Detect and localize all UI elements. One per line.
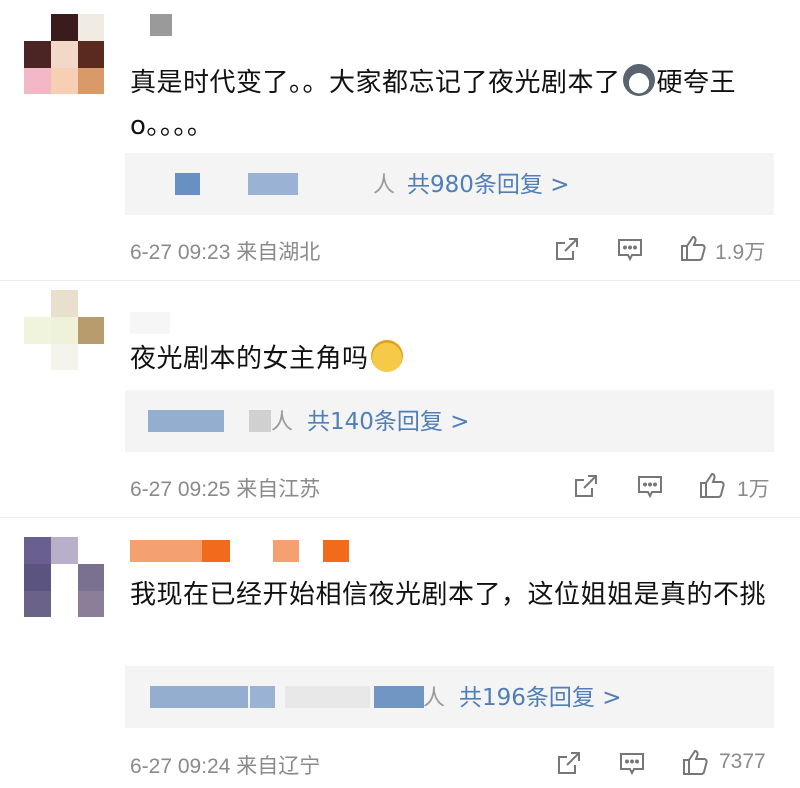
reply-ren-label: 人 bbox=[373, 173, 396, 198]
comment-icon[interactable] bbox=[636, 472, 664, 500]
reply-box[interactable]: 人 共140条回复 > bbox=[125, 390, 774, 452]
comment-text: 夜光剧本的女主角吗 bbox=[130, 338, 780, 381]
comment-meta: 6-27 09:25 来自江苏 bbox=[130, 473, 320, 503]
location: 来自江苏 bbox=[236, 478, 321, 501]
avatar[interactable] bbox=[24, 537, 104, 617]
replier-name-blurred bbox=[250, 686, 275, 708]
replier-name-blurred bbox=[148, 410, 224, 432]
replier-name-blurred bbox=[150, 686, 248, 708]
replier-name-blurred bbox=[285, 686, 370, 708]
replier-name-blurred bbox=[249, 410, 271, 432]
location: 来自湖北 bbox=[236, 241, 321, 264]
avatar[interactable] bbox=[24, 14, 104, 94]
reply-ren-label: 人 bbox=[423, 686, 446, 711]
location: 来自辽宁 bbox=[236, 755, 321, 778]
reply-ren-label: 人 bbox=[271, 410, 294, 435]
comment-meta: 6-27 09:24 来自辽宁 bbox=[130, 750, 320, 780]
comment-meta: 6-27 09:23 来自湖北 bbox=[130, 236, 320, 266]
view-replies-link[interactable]: 共140条回复 > bbox=[307, 402, 469, 436]
comment-text: 真是时代变了。。大家都忘记了夜光剧本了 硬夸王o。。。。 bbox=[130, 62, 780, 148]
avatar[interactable] bbox=[24, 290, 104, 370]
like-count: 7377 bbox=[719, 750, 766, 773]
comment-icon[interactable] bbox=[616, 235, 644, 263]
laughing-tears-emoji bbox=[370, 340, 403, 372]
view-replies-link[interactable]: 共196条回复 > bbox=[459, 678, 621, 712]
replier-name-blurred bbox=[248, 173, 298, 195]
reply-box[interactable]: 人 共196条回复 > bbox=[125, 666, 774, 728]
view-replies-link[interactable]: 共980条回复 > bbox=[407, 165, 569, 199]
timestamp: 6-27 09:25 bbox=[130, 478, 231, 501]
divider bbox=[0, 517, 800, 518]
comment-text: 我现在已经开始相信夜光剧本了，这位姐姐是真的不挑 bbox=[130, 580, 767, 610]
share-icon[interactable] bbox=[572, 472, 600, 500]
like-count: 1.9万 bbox=[715, 241, 766, 264]
replier-name-blurred bbox=[374, 686, 424, 708]
reply-box[interactable]: 人 共980条回复 > bbox=[125, 153, 774, 215]
like-icon[interactable] bbox=[697, 470, 727, 500]
like-icon[interactable] bbox=[678, 233, 708, 263]
timestamp: 6-27 09:23 bbox=[130, 241, 231, 264]
like-count: 1万 bbox=[737, 478, 770, 501]
like-icon[interactable] bbox=[680, 747, 710, 777]
timestamp: 6-27 09:24 bbox=[130, 755, 231, 778]
comment-icon[interactable] bbox=[618, 749, 646, 777]
share-icon[interactable] bbox=[553, 235, 581, 263]
replier-name-blurred bbox=[175, 173, 200, 195]
share-icon[interactable] bbox=[555, 749, 583, 777]
husky-dog-emoji bbox=[622, 64, 655, 96]
divider bbox=[0, 280, 800, 281]
